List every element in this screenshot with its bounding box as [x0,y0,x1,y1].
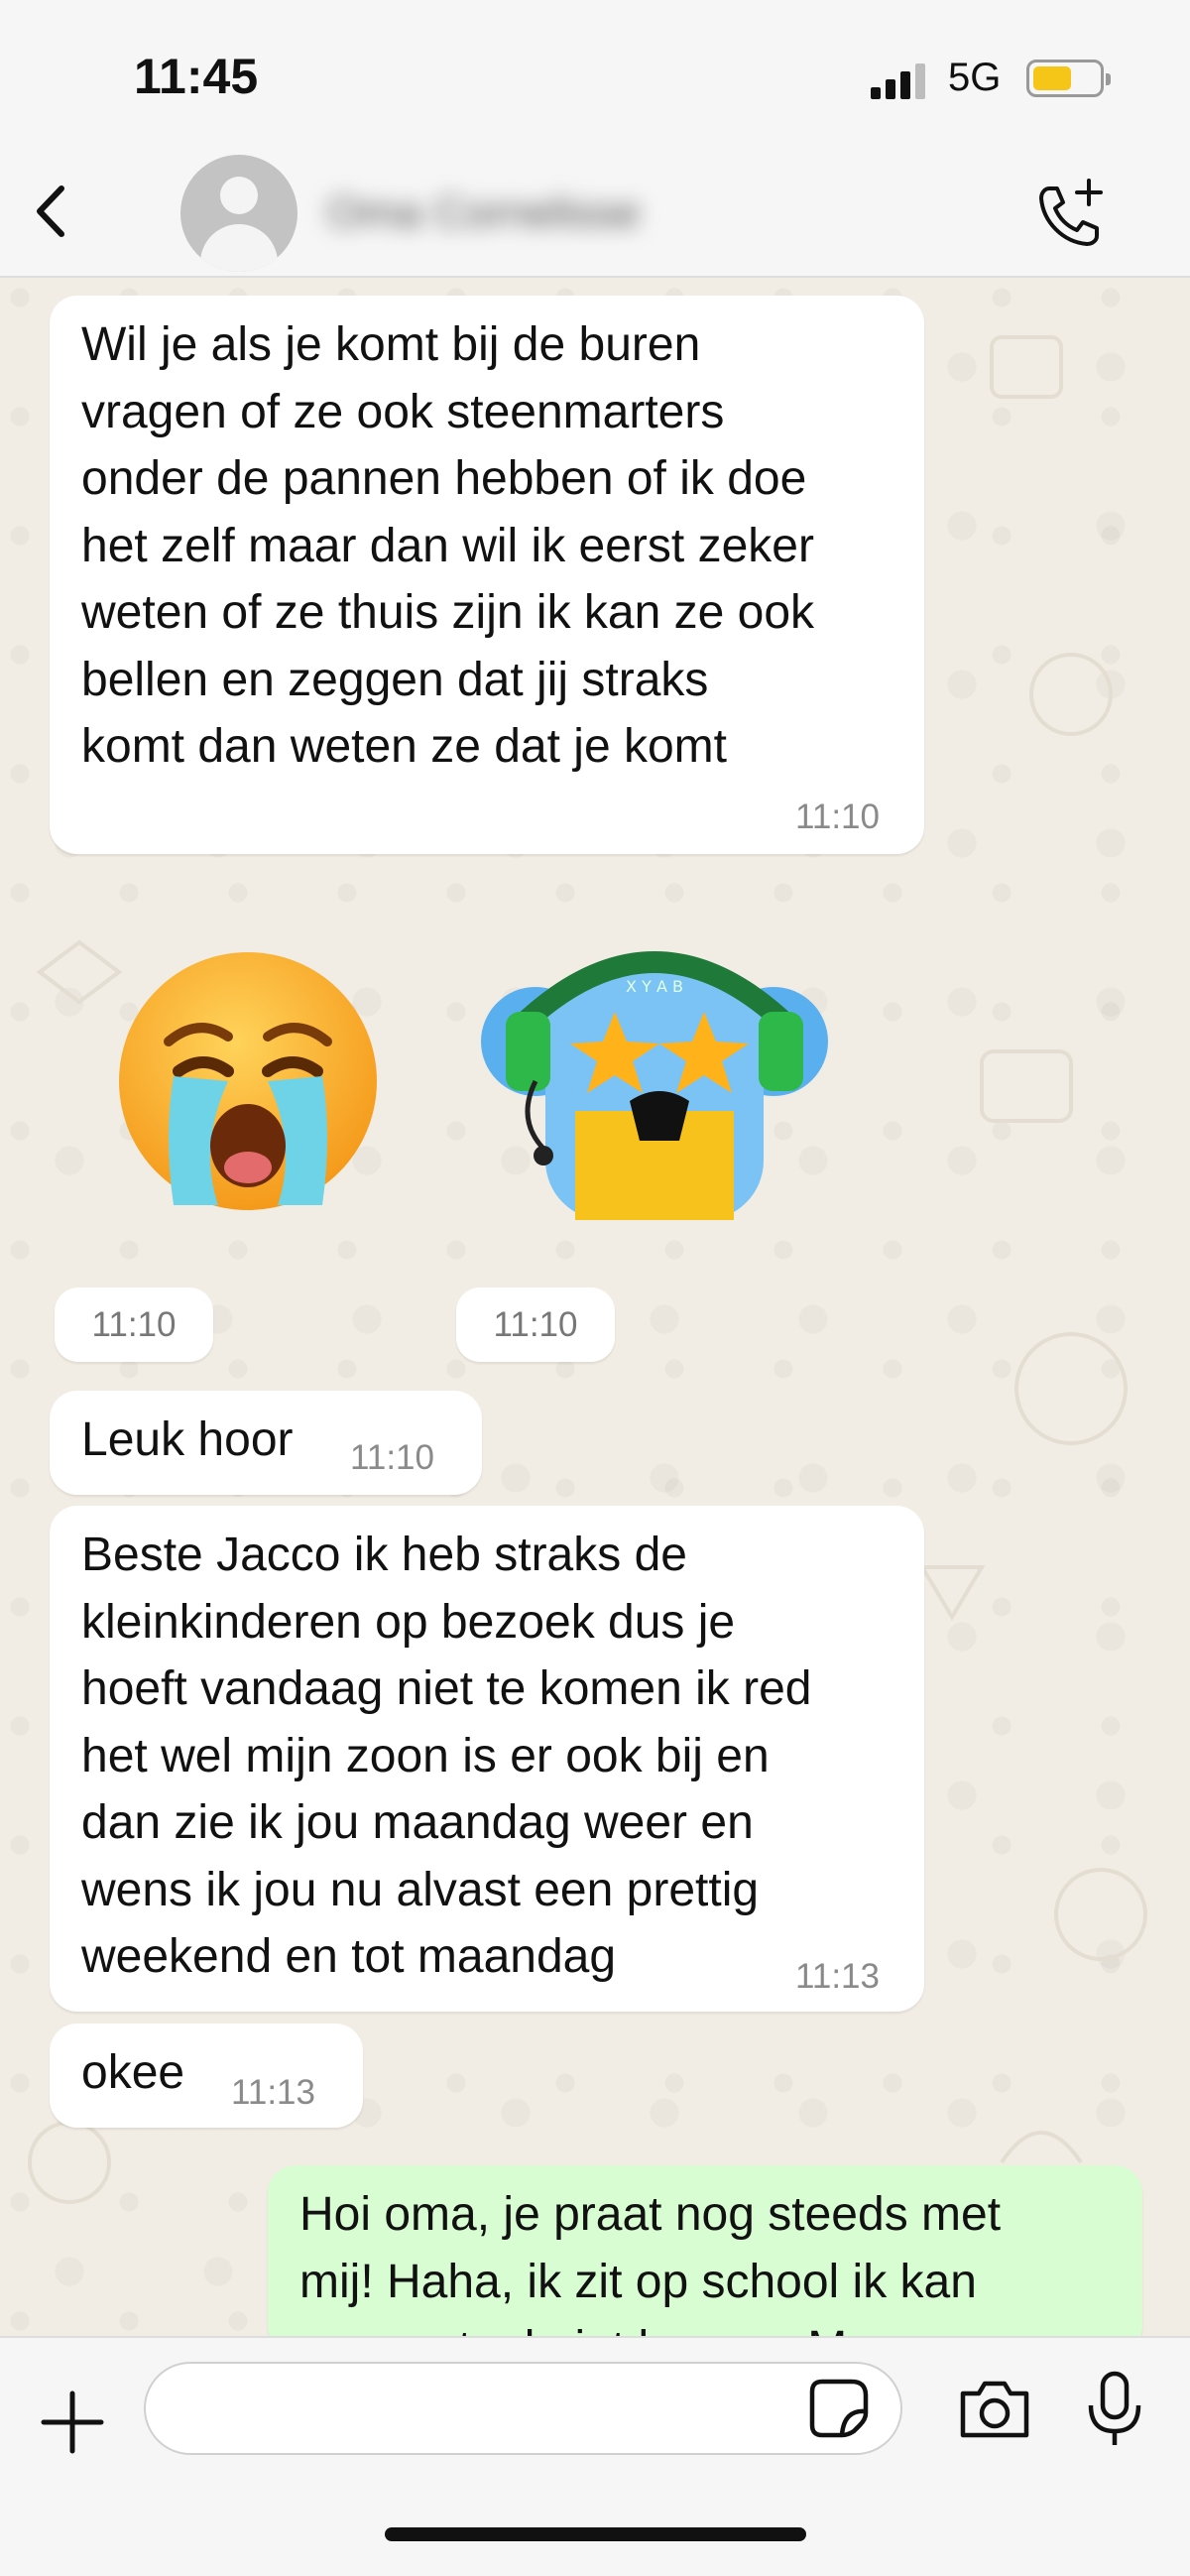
camera-icon[interactable] [957,2378,1032,2441]
incoming-message[interactable]: okee 11:13 [50,2024,363,2128]
chat-header: Oma Cornelisse [0,149,1190,278]
message-time: 11:10 [795,797,880,836]
status-time: 11:45 [134,49,259,104]
add-call-icon[interactable] [1031,175,1111,254]
incoming-message[interactable]: Beste Jacco ik heb straks de kleinkinder… [50,1506,924,2012]
message-text: Hoi oma, je praat nog steeds met mij! Ha… [299,2188,1002,2354]
message-time: 11:13 [795,1957,880,1996]
koala-gamer-sticker[interactable]: X Y A B [466,913,843,1230]
home-indicator[interactable] [385,2527,806,2541]
battery-icon [1026,60,1111,97]
plus-icon[interactable] [38,2388,107,2457]
message-text: Leuk hoor [81,1413,294,1466]
contact-name[interactable]: Oma Cornelisse [327,188,640,238]
crying-face-emoji[interactable] [109,947,387,1215]
message-time: 11:10 [350,1438,434,1477]
outgoing-message[interactable]: Hoi oma, je praat nog steeds met mij! Ha… [268,2165,1142,2354]
chevron-left-icon[interactable] [20,177,89,246]
message-input[interactable] [144,2362,902,2455]
microphone-icon[interactable] [1083,2370,1146,2449]
sticker-text: X Y A B [626,977,683,996]
message-time: 11:13 [231,2073,315,2112]
sticker-time: 11:10 [55,1288,213,1362]
status-bar: 11:45 5G [0,0,1190,149]
message-text: okee [81,2046,185,2099]
sticker-icon[interactable] [808,2378,870,2439]
message-text: Beste Jacco ik heb straks de kleinkinder… [81,1529,812,1983]
incoming-message[interactable]: Wil je als je komt bij de buren vragen o… [50,296,924,854]
signal-icon [871,60,930,99]
sticker-time: 11:10 [456,1288,615,1362]
network-type: 5G [948,56,1002,99]
incoming-message[interactable]: Leuk hoor 11:10 [50,1391,482,1495]
message-text: Wil je als je komt bij de buren vragen o… [81,318,815,773]
avatar[interactable] [180,155,298,272]
